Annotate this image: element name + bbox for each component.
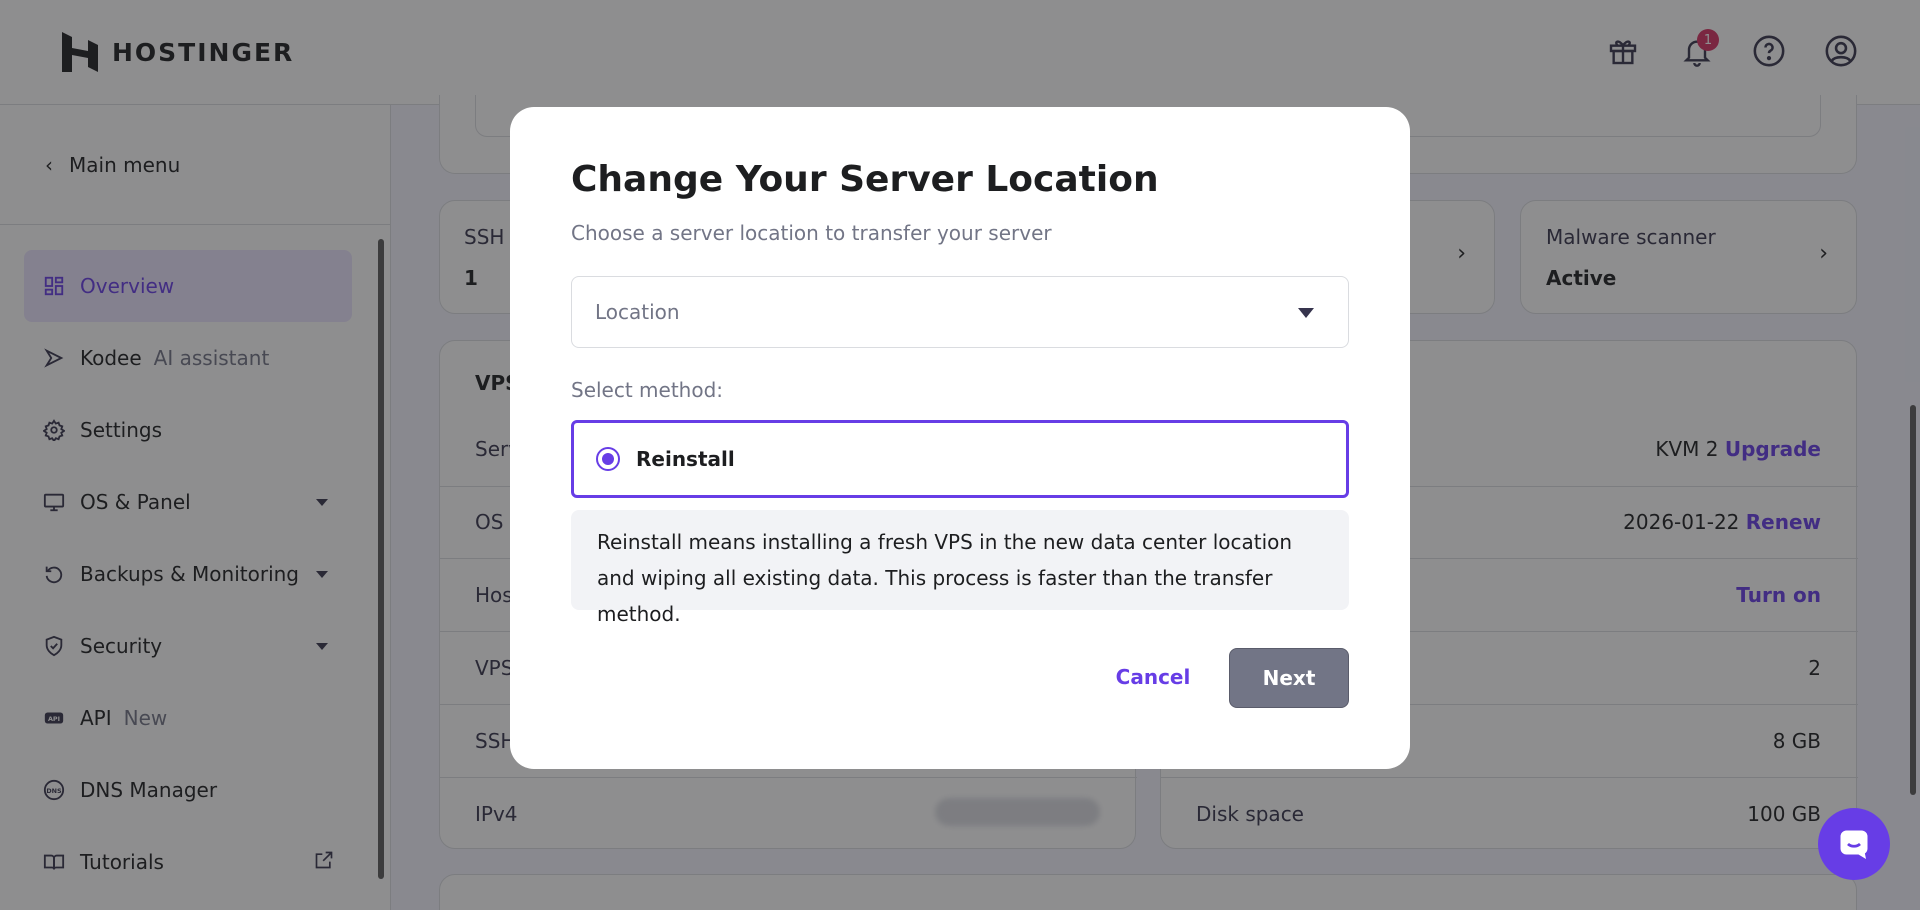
cancel-button[interactable]: Cancel — [1098, 648, 1208, 706]
next-button[interactable]: Next — [1229, 648, 1349, 708]
chat-support-button[interactable] — [1818, 808, 1890, 880]
caret-down-icon — [1298, 308, 1314, 318]
radio-button[interactable] — [596, 447, 620, 471]
chat-icon — [1840, 830, 1868, 859]
location-select-placeholder: Location — [595, 300, 680, 324]
radio-selected-dot — [602, 453, 614, 465]
change-location-modal: Change Your Server Location Choose a ser… — [510, 107, 1410, 769]
method-info-text: Reinstall means installing a fresh VPS i… — [571, 510, 1349, 626]
method-option-reinstall[interactable]: Reinstall — [571, 420, 1349, 498]
modal-subtitle: Choose a server location to transfer you… — [571, 221, 1052, 245]
method-label: Select method: — [571, 378, 724, 402]
modal-title: Change Your Server Location — [571, 159, 1159, 200]
location-select[interactable]: Location — [571, 276, 1349, 348]
method-option-label: Reinstall — [636, 447, 735, 471]
